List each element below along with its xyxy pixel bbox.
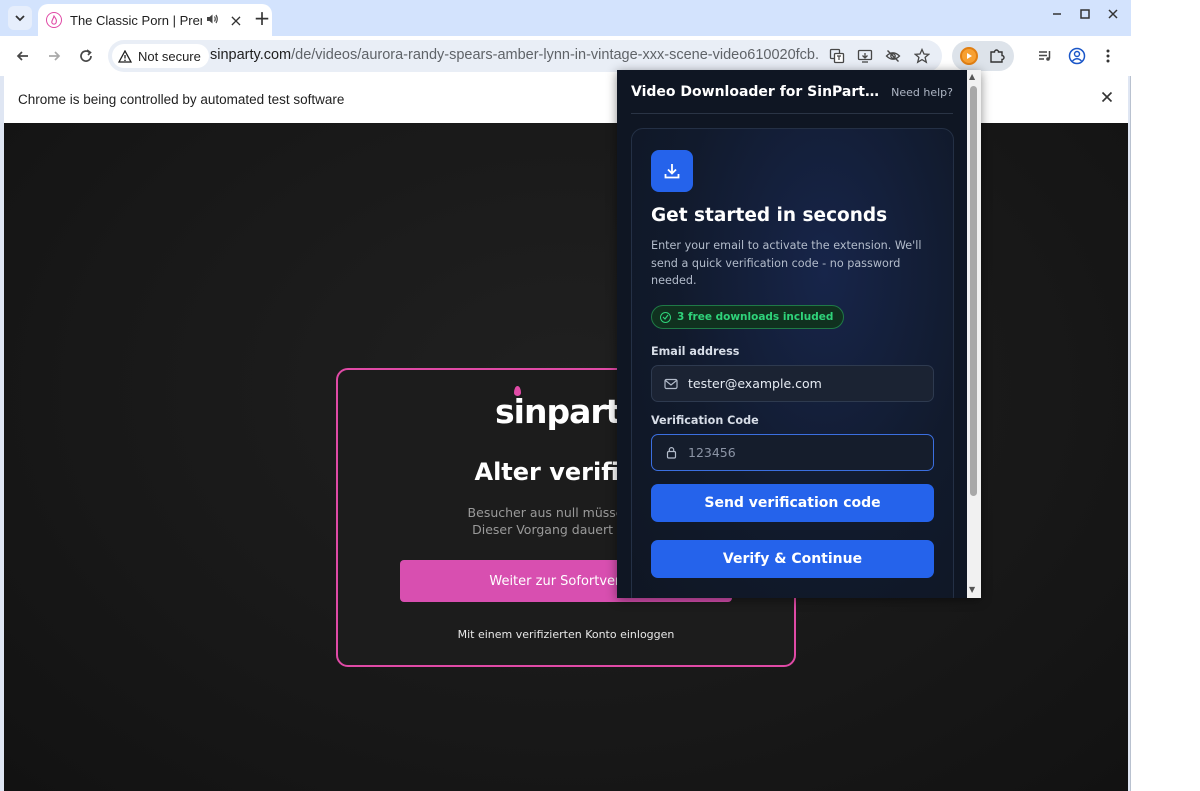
card-description: Enter your email to activate the extensi… <box>651 239 922 287</box>
verification-code-field[interactable] <box>651 434 934 471</box>
card-title: Get started in seconds <box>651 205 888 226</box>
minimize-icon[interactable] <box>1047 8 1067 24</box>
login-verified-account-link[interactable]: Mit einem verifizierten Konto einloggen <box>338 628 794 641</box>
security-label: Not secure <box>138 48 201 64</box>
infobar-text: Chrome is being controlled by automated … <box>18 92 345 107</box>
close-icon[interactable] <box>1097 88 1117 107</box>
new-tab-button[interactable]: + <box>250 6 274 30</box>
popup-scrollbar[interactable]: ▲ ▼ <box>967 70 981 598</box>
send-verification-code-button[interactable]: Send verification code <box>651 484 934 522</box>
flame-icon <box>514 386 521 396</box>
maximize-icon[interactable] <box>1075 8 1095 24</box>
install-app-icon[interactable] <box>853 44 877 68</box>
free-downloads-badge: 3 free downloads included <box>651 305 845 329</box>
video-downloader-extension-icon[interactable] <box>960 47 978 65</box>
eye-off-icon[interactable] <box>881 44 905 68</box>
chevron-down-icon <box>15 15 25 22</box>
bookmark-star-icon[interactable] <box>910 44 934 68</box>
check-circle-icon <box>660 311 671 323</box>
speaker-icon[interactable] <box>206 13 220 28</box>
scroll-up-arrow[interactable]: ▲ <box>969 72 975 81</box>
popup-header: Video Downloader for SinParty T... Need … <box>631 84 953 114</box>
profile-icon[interactable] <box>1065 44 1089 68</box>
popup-title: Video Downloader for SinParty T... <box>631 84 883 100</box>
translate-icon[interactable] <box>825 44 849 68</box>
browser-tab[interactable]: The Classic Porn | Premium × <box>38 4 272 36</box>
forward-icon[interactable] <box>42 44 66 68</box>
warning-icon <box>118 49 132 63</box>
tab-search-button[interactable] <box>8 6 32 30</box>
back-icon[interactable] <box>11 44 35 68</box>
email-field[interactable] <box>651 365 934 402</box>
email-input[interactable] <box>688 376 918 391</box>
help-link[interactable]: Need help? <box>891 86 953 99</box>
close-window-icon[interactable] <box>1103 8 1123 24</box>
desktop-background <box>1131 0 1200 791</box>
tab-strip: The Classic Porn | Premium × + <box>0 0 1131 36</box>
download-icon <box>651 150 693 192</box>
verify-continue-button[interactable]: Verify & Continue <box>651 540 934 578</box>
kebab-menu-icon[interactable] <box>1096 44 1120 68</box>
url-host: sinparty.com <box>210 47 292 63</box>
url-text[interactable]: sinparty.com/de/videos/aurora-randy-spea… <box>210 47 820 63</box>
extension-popup: Video Downloader for SinParty T... Need … <box>617 70 981 598</box>
reload-icon[interactable] <box>74 44 98 68</box>
address-bar[interactable]: Not secure sinparty.com/de/videos/aurora… <box>108 40 942 72</box>
puzzle-icon[interactable] <box>988 46 1006 68</box>
url-path: /de/videos/aurora-randy-spears-amber-lyn… <box>291 47 820 63</box>
mail-icon <box>664 377 678 391</box>
media-controls-icon[interactable] <box>1033 44 1057 68</box>
close-tab-icon[interactable]: × <box>228 11 244 30</box>
tab-title: The Classic Porn | Premium <box>70 12 202 28</box>
scrollbar-thumb[interactable] <box>970 86 977 496</box>
extensions-pill <box>952 41 1014 71</box>
site-info-chip[interactable]: Not secure <box>112 44 209 68</box>
scroll-down-arrow[interactable]: ▼ <box>969 585 975 594</box>
verification-code-input[interactable] <box>688 445 918 460</box>
lock-icon <box>664 446 678 460</box>
badge-text: 3 free downloads included <box>677 311 834 323</box>
email-label: Email address <box>651 345 740 358</box>
flame-icon <box>46 12 62 28</box>
code-label: Verification Code <box>651 414 759 427</box>
activation-card: Get started in seconds Enter your email … <box>631 128 954 598</box>
